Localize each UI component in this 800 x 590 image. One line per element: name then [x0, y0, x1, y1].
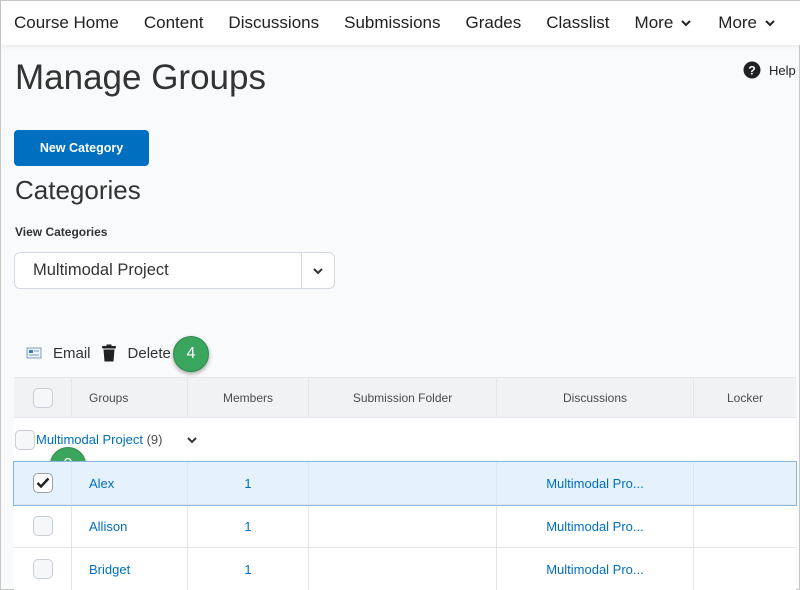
- nav-discussions[interactable]: Discussions: [216, 1, 332, 45]
- row-checkbox[interactable]: [32, 559, 53, 579]
- nav-course-home[interactable]: Course Home: [1, 1, 131, 45]
- submission-folder-cell: [309, 548, 497, 590]
- members-count-link[interactable]: 1: [244, 476, 251, 491]
- chevron-down-icon: [681, 20, 691, 27]
- category-row: Multimodal Project (9): [14, 418, 796, 462]
- members-count-link[interactable]: 1: [244, 519, 251, 534]
- table-row[interactable]: Bridget 1 Multimodal Pro...: [14, 548, 796, 590]
- category-checkbox[interactable]: [15, 430, 35, 450]
- select-all-checkbox[interactable]: [32, 387, 53, 408]
- column-header-members: Members: [188, 378, 309, 417]
- delete-button[interactable]: Delete: [101, 344, 171, 362]
- help-icon: ?: [743, 61, 761, 79]
- locker-cell: [694, 505, 796, 547]
- members-count-link[interactable]: 1: [244, 562, 251, 577]
- checkmark-icon: [36, 477, 49, 489]
- category-link[interactable]: Multimodal Project (9): [36, 432, 162, 447]
- nav-grades[interactable]: Grades: [453, 1, 534, 45]
- select-all-cell: [14, 378, 72, 417]
- course-navbar: Course Home Content Discussions Submissi…: [1, 1, 800, 45]
- category-name: Multimodal Project: [36, 432, 143, 447]
- select-toggle[interactable]: [301, 253, 334, 288]
- delete-label: Delete: [127, 344, 171, 362]
- nav-classlist[interactable]: Classlist: [534, 1, 622, 45]
- group-name-link[interactable]: Alex: [89, 476, 114, 491]
- column-header-locker: Locker: [726, 390, 764, 405]
- step-badge-delete: 4: [173, 336, 209, 372]
- group-name-link[interactable]: Allison: [89, 519, 127, 534]
- row-checkbox[interactable]: [32, 473, 53, 493]
- new-category-button[interactable]: New Category: [14, 130, 149, 166]
- row-checkbox[interactable]: [32, 516, 53, 536]
- table-header: Groups Members Submission Folder Discuss…: [14, 378, 796, 418]
- trash-icon: [101, 344, 116, 362]
- locker-cell: [694, 548, 796, 590]
- discussion-link[interactable]: Multimodal Pro...: [546, 562, 644, 577]
- nav-more-menu-1[interactable]: More: [622, 1, 706, 45]
- nav-submissions[interactable]: Submissions: [332, 1, 453, 45]
- email-label: Email: [53, 344, 91, 362]
- email-button[interactable]: Email: [26, 345, 91, 362]
- group-name-link[interactable]: Bridget: [89, 562, 130, 577]
- view-categories-select[interactable]: Multimodal Project: [14, 252, 335, 289]
- column-header-submission-folder: Submission Folder: [309, 378, 497, 417]
- nav-content[interactable]: Content: [131, 1, 216, 45]
- page-title: Manage Groups: [15, 58, 266, 97]
- locker-cell: [694, 462, 796, 504]
- view-categories-label: View Categories: [15, 225, 108, 239]
- nav-more-menu-2[interactable]: More: [706, 1, 790, 45]
- chevron-down-icon: [313, 267, 323, 274]
- select-value: Multimodal Project: [33, 261, 169, 279]
- nav-more-label: More: [634, 13, 674, 32]
- svg-text:?: ?: [748, 64, 755, 78]
- group-actions-toolbar: Email Delete: [26, 339, 181, 367]
- chevron-down-icon[interactable]: [186, 434, 198, 446]
- column-header-discussions: Discussions: [497, 378, 694, 417]
- table-row[interactable]: Alex 1 Multimodal Pro...: [13, 461, 797, 506]
- categories-heading: Categories: [15, 175, 141, 205]
- column-header-groups[interactable]: Groups: [72, 378, 188, 417]
- email-icon: [26, 347, 42, 359]
- groups-table: Groups Members Submission Folder Discuss…: [13, 377, 797, 590]
- category-count: (9): [146, 432, 163, 447]
- help-label: Help: [769, 62, 796, 78]
- table-row[interactable]: Allison 1 Multimodal Pro...: [14, 505, 796, 548]
- discussion-link[interactable]: Multimodal Pro...: [546, 476, 644, 491]
- discussion-link[interactable]: Multimodal Pro...: [546, 519, 644, 534]
- chevron-down-icon: [765, 20, 775, 27]
- nav-more-label: More: [718, 13, 758, 32]
- submission-folder-cell: [309, 505, 497, 547]
- submission-folder-cell: [309, 462, 497, 504]
- help-link[interactable]: ? Help: [743, 61, 796, 79]
